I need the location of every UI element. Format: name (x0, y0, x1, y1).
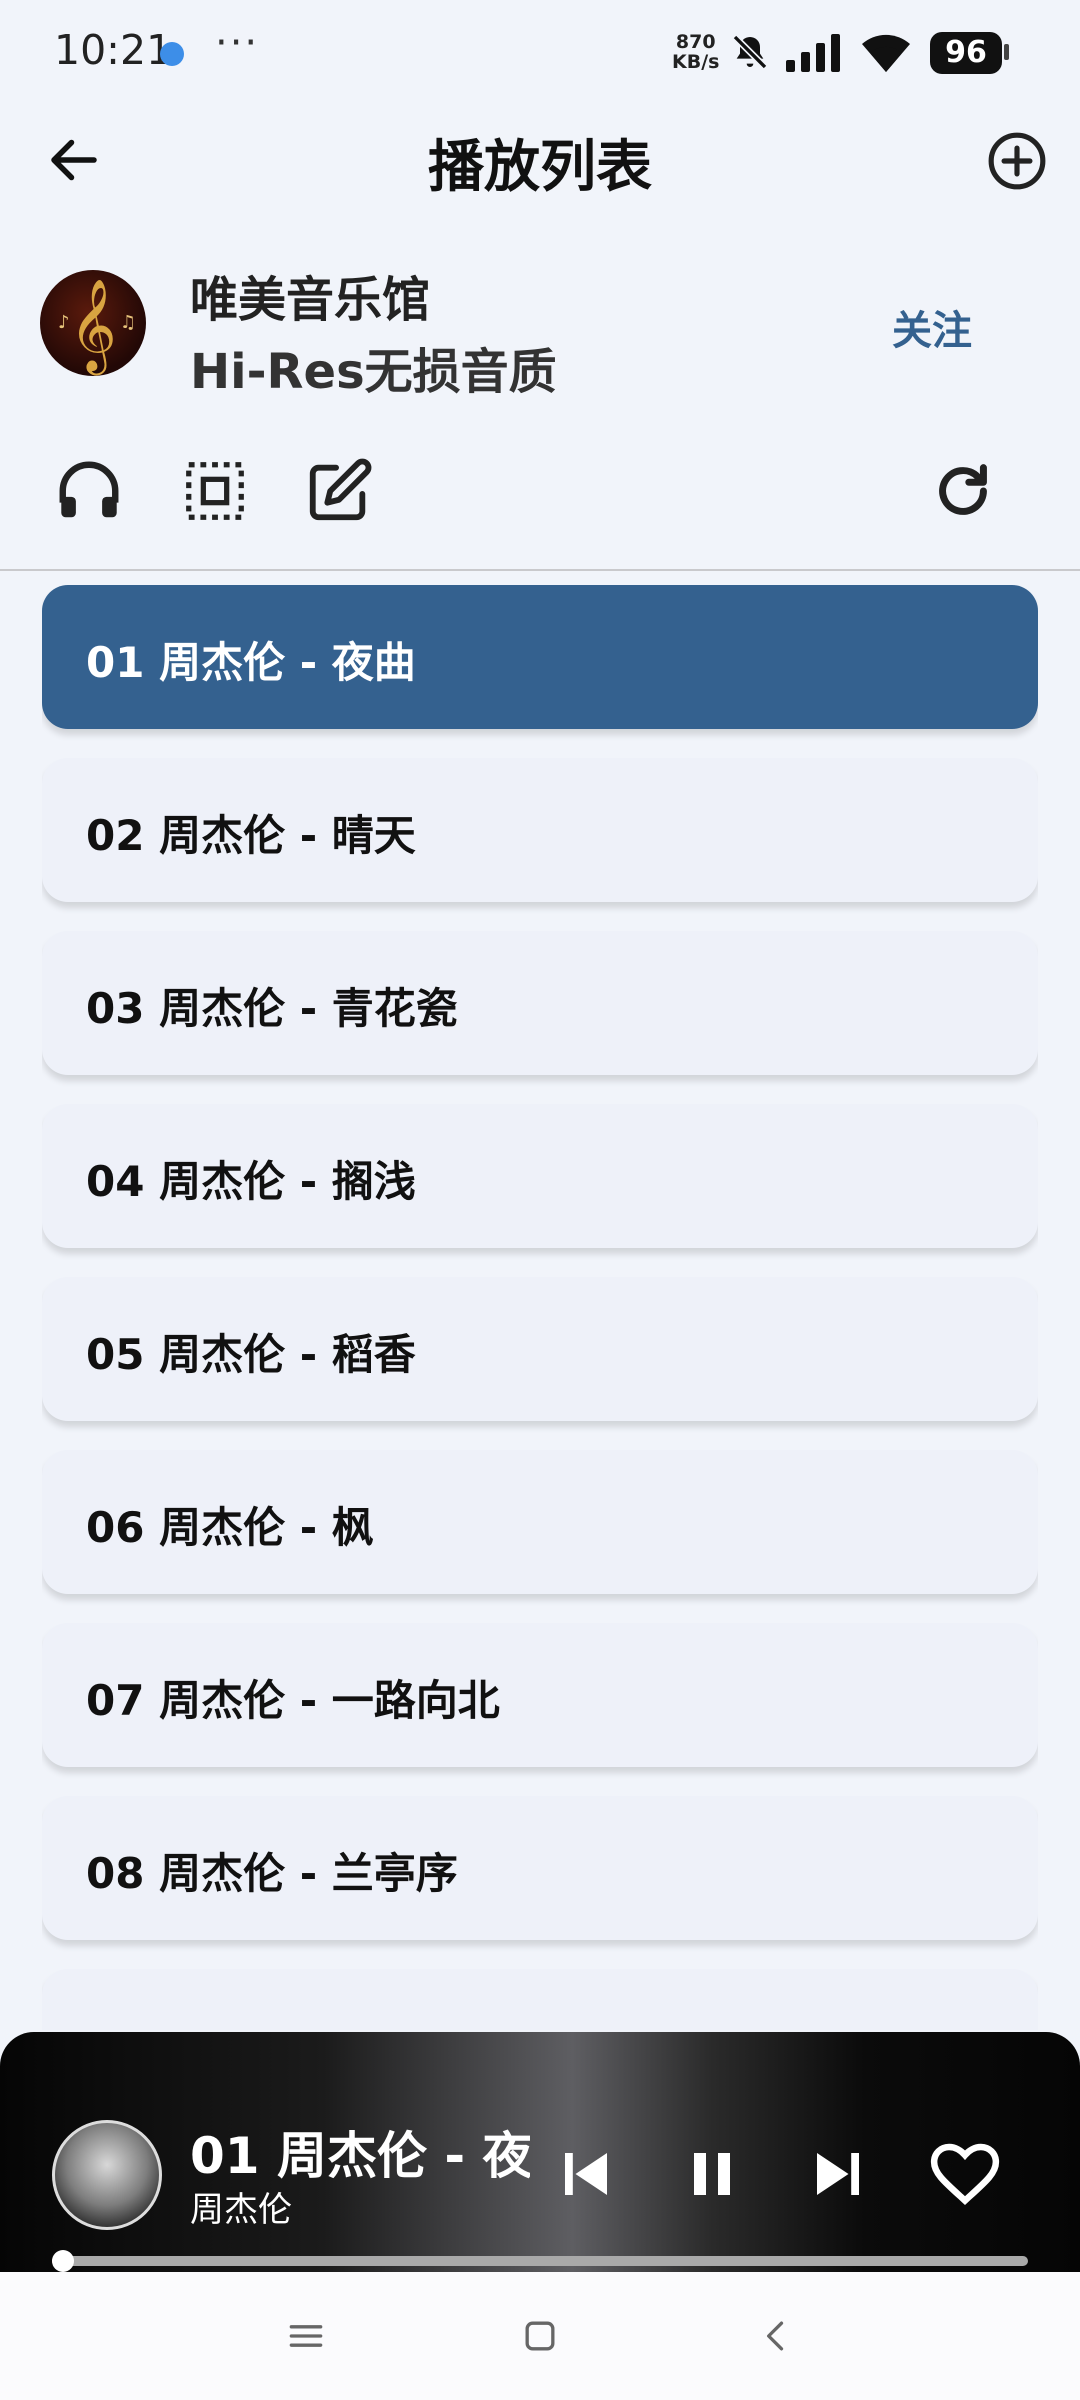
wifi-icon (862, 34, 910, 72)
net-speed-unit: KB/s (672, 51, 720, 73)
next-icon[interactable] (802, 2138, 874, 2210)
track-title: 03 周杰伦 - 青花瓷 (86, 984, 458, 1033)
playlist-toolbar (0, 450, 1080, 540)
playlist: 01 周杰伦 - 夜曲 02 周杰伦 - 晴天 03 周杰伦 - 青花瓷 04 … (42, 585, 1038, 2030)
top-app-bar: 播放列表 (0, 110, 1080, 210)
track-item[interactable]: 07 周杰伦 - 一路向北 (42, 1623, 1038, 1767)
status-time: 10:21 (54, 26, 173, 74)
progress-bar[interactable] (52, 2250, 1028, 2272)
toolbar-divider (0, 569, 1080, 571)
net-speed-value: 870 (675, 31, 716, 53)
battery-tip (1004, 44, 1009, 60)
home-square-icon[interactable] (518, 2314, 562, 2358)
track-item[interactable]: 06 周杰伦 - 枫 (42, 1450, 1038, 1594)
plus-circle-icon[interactable] (986, 130, 1048, 192)
svg-text:𝄞: 𝄞 (69, 278, 116, 375)
follow-button[interactable]: 关注 (892, 298, 972, 356)
refresh-icon[interactable] (928, 456, 998, 526)
track-title: 07 周杰伦 - 一路向北 (86, 1676, 500, 1725)
channel-avatar[interactable]: 𝄞 ♪ ♫ (40, 270, 146, 376)
status-bar: 10:21 ··· 870 KB/s 96 (0, 0, 1080, 110)
select-all-icon[interactable] (180, 456, 250, 526)
channel-info: 𝄞 ♪ ♫ 唯美音乐馆 Hi-Res无损音质 关注 (0, 260, 1080, 400)
svg-text:♫: ♫ (120, 312, 136, 333)
back-chevron-icon[interactable] (754, 2314, 798, 2358)
channel-name: 唯美音乐馆 (190, 272, 431, 328)
bell-off-icon (732, 34, 768, 70)
track-item[interactable]: 08 周杰伦 - 兰亭序 (42, 1796, 1038, 1940)
treble-clef-icon: 𝄞 ♪ ♫ (58, 278, 136, 375)
track-item-active[interactable]: 01 周杰伦 - 夜曲 (42, 585, 1038, 729)
track-item-partial[interactable] (42, 1969, 1038, 2030)
svg-text:♪: ♪ (58, 312, 70, 333)
more-notifications: ··· (215, 20, 260, 66)
track-title: 05 周杰伦 - 稻香 (86, 1330, 416, 1379)
track-title: 04 周杰伦 - 搁浅 (86, 1157, 416, 1206)
track-item[interactable]: 05 周杰伦 - 稻香 (42, 1277, 1038, 1421)
track-title: 02 周杰伦 - 晴天 (86, 811, 416, 860)
track-item[interactable]: 03 周杰伦 - 青花瓷 (42, 931, 1038, 1075)
location-dot-icon (160, 42, 184, 66)
page-title: 播放列表 (428, 135, 652, 200)
track-title: 01 周杰伦 - 夜曲 (86, 638, 416, 687)
track-item[interactable]: 04 周杰伦 - 搁浅 (42, 1104, 1038, 1248)
net-speed: 870 KB/s (672, 32, 719, 72)
now-playing-artist: 周杰伦 (190, 2190, 292, 2230)
channel-subtitle: Hi-Res无损音质 (190, 344, 557, 400)
edit-icon[interactable] (304, 456, 374, 526)
heart-icon[interactable] (926, 2134, 1004, 2212)
track-title: 06 周杰伦 - 枫 (86, 1503, 374, 1552)
pause-icon[interactable] (676, 2138, 748, 2210)
headphones-icon[interactable] (54, 456, 124, 526)
battery-icon: 96 (930, 32, 1002, 74)
progress-knob[interactable] (52, 2250, 74, 2272)
track-item[interactable]: 02 周杰伦 - 晴天 (42, 758, 1038, 902)
menu-icon[interactable] (284, 2314, 328, 2358)
album-cover[interactable] (52, 2120, 162, 2230)
track-title: 08 周杰伦 - 兰亭序 (86, 1849, 458, 1898)
previous-icon[interactable] (550, 2138, 622, 2210)
system-nav-bar (0, 2272, 1080, 2400)
mini-player[interactable]: 01 周杰伦 - 夜曲 周杰伦 (0, 2032, 1080, 2272)
signal-icon (786, 34, 840, 72)
now-playing-title: 01 周杰伦 - 夜曲 (190, 2127, 530, 2185)
